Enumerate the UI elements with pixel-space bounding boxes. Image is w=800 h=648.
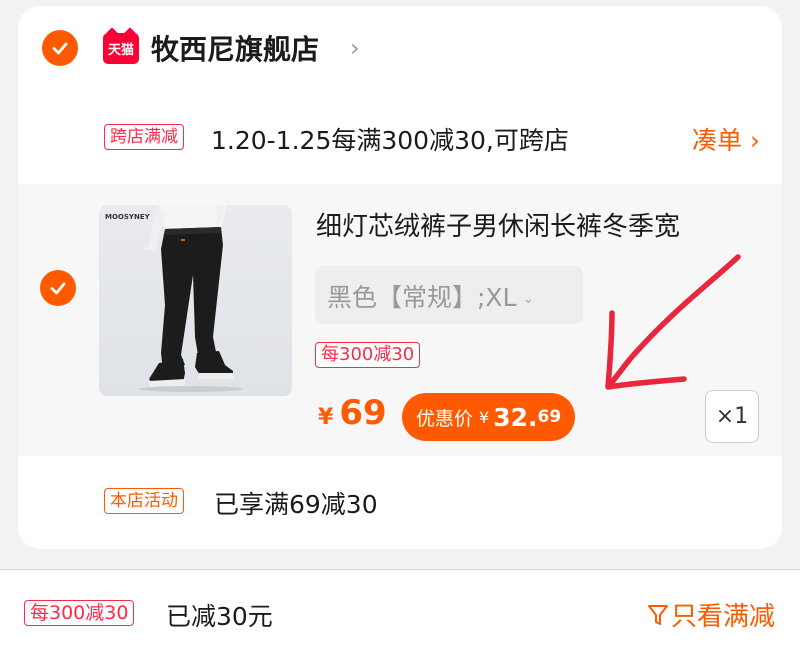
cross-store-promo-tag: 跨店满减: [104, 124, 184, 150]
promo-text: 1.20-1.25每满300减30,可跨店: [211, 126, 569, 155]
sku-text: 黑色【常规】;XL: [327, 283, 517, 312]
item-price: ¥69: [318, 393, 387, 433]
discount-price-int: 32.: [493, 402, 538, 432]
summary-promo-tag: 每300减30: [24, 600, 135, 626]
bottom-summary-bar: 每300减30 已减30元 只看满减: [0, 569, 800, 648]
tmall-logo: 天猫: [103, 33, 139, 64]
item-promo-tag: 每300减30: [315, 342, 421, 368]
item-select-checkbox[interactable]: [40, 270, 76, 306]
filter-icon: [647, 604, 668, 625]
store-activity-tag: 本店活动: [104, 488, 184, 514]
product-thumbnail[interactable]: MOOSYNEY: [99, 205, 292, 396]
store-name[interactable]: 牧西尼旗舰店: [151, 28, 319, 68]
hand-drawn-arrow-annotation: [605, 254, 741, 390]
price-value: 69: [339, 393, 387, 433]
only-show-discount-filter[interactable]: 只看满减: [647, 596, 775, 633]
store-activity-text: 已享满69减30: [214, 490, 378, 519]
check-icon: [50, 282, 66, 295]
discount-price-pill: 优惠价 ¥ 32. 69: [402, 393, 576, 441]
discount-price-dec: 69: [537, 407, 562, 427]
store-select-checkbox[interactable]: [42, 30, 78, 66]
cross-store-promo-row: 跨店满减 1.20-1.25每满300减30,可跨店 凑单 ›: [18, 110, 782, 170]
pants-product-image: MOOSYNEY: [105, 205, 243, 392]
quantity-value: ×1: [715, 404, 749, 429]
price-currency: ¥: [318, 405, 334, 430]
discount-label: 优惠价: [416, 407, 474, 430]
chevron-down-icon: ⌄: [522, 291, 535, 307]
filter-label: 只看满减: [670, 602, 775, 632]
store-header: 天猫 牧西尼旗舰店 ›: [18, 6, 782, 90]
discount-summary-text: 已减30元: [166, 602, 273, 631]
add-items-link[interactable]: 凑单 ›: [692, 121, 760, 157]
discount-currency: ¥: [479, 407, 490, 427]
sku-selector[interactable]: 黑色【常规】;XL ⌄: [315, 266, 583, 324]
brand-print: MOOSYNEY: [105, 213, 151, 221]
check-icon: [52, 42, 68, 55]
product-title[interactable]: 细灯芯绒裤子男休闲长裤冬季宽: [316, 206, 680, 243]
chevron-right-icon[interactable]: ›: [350, 34, 360, 62]
store-activity-row: 本店活动 已享满69减30: [18, 476, 782, 536]
